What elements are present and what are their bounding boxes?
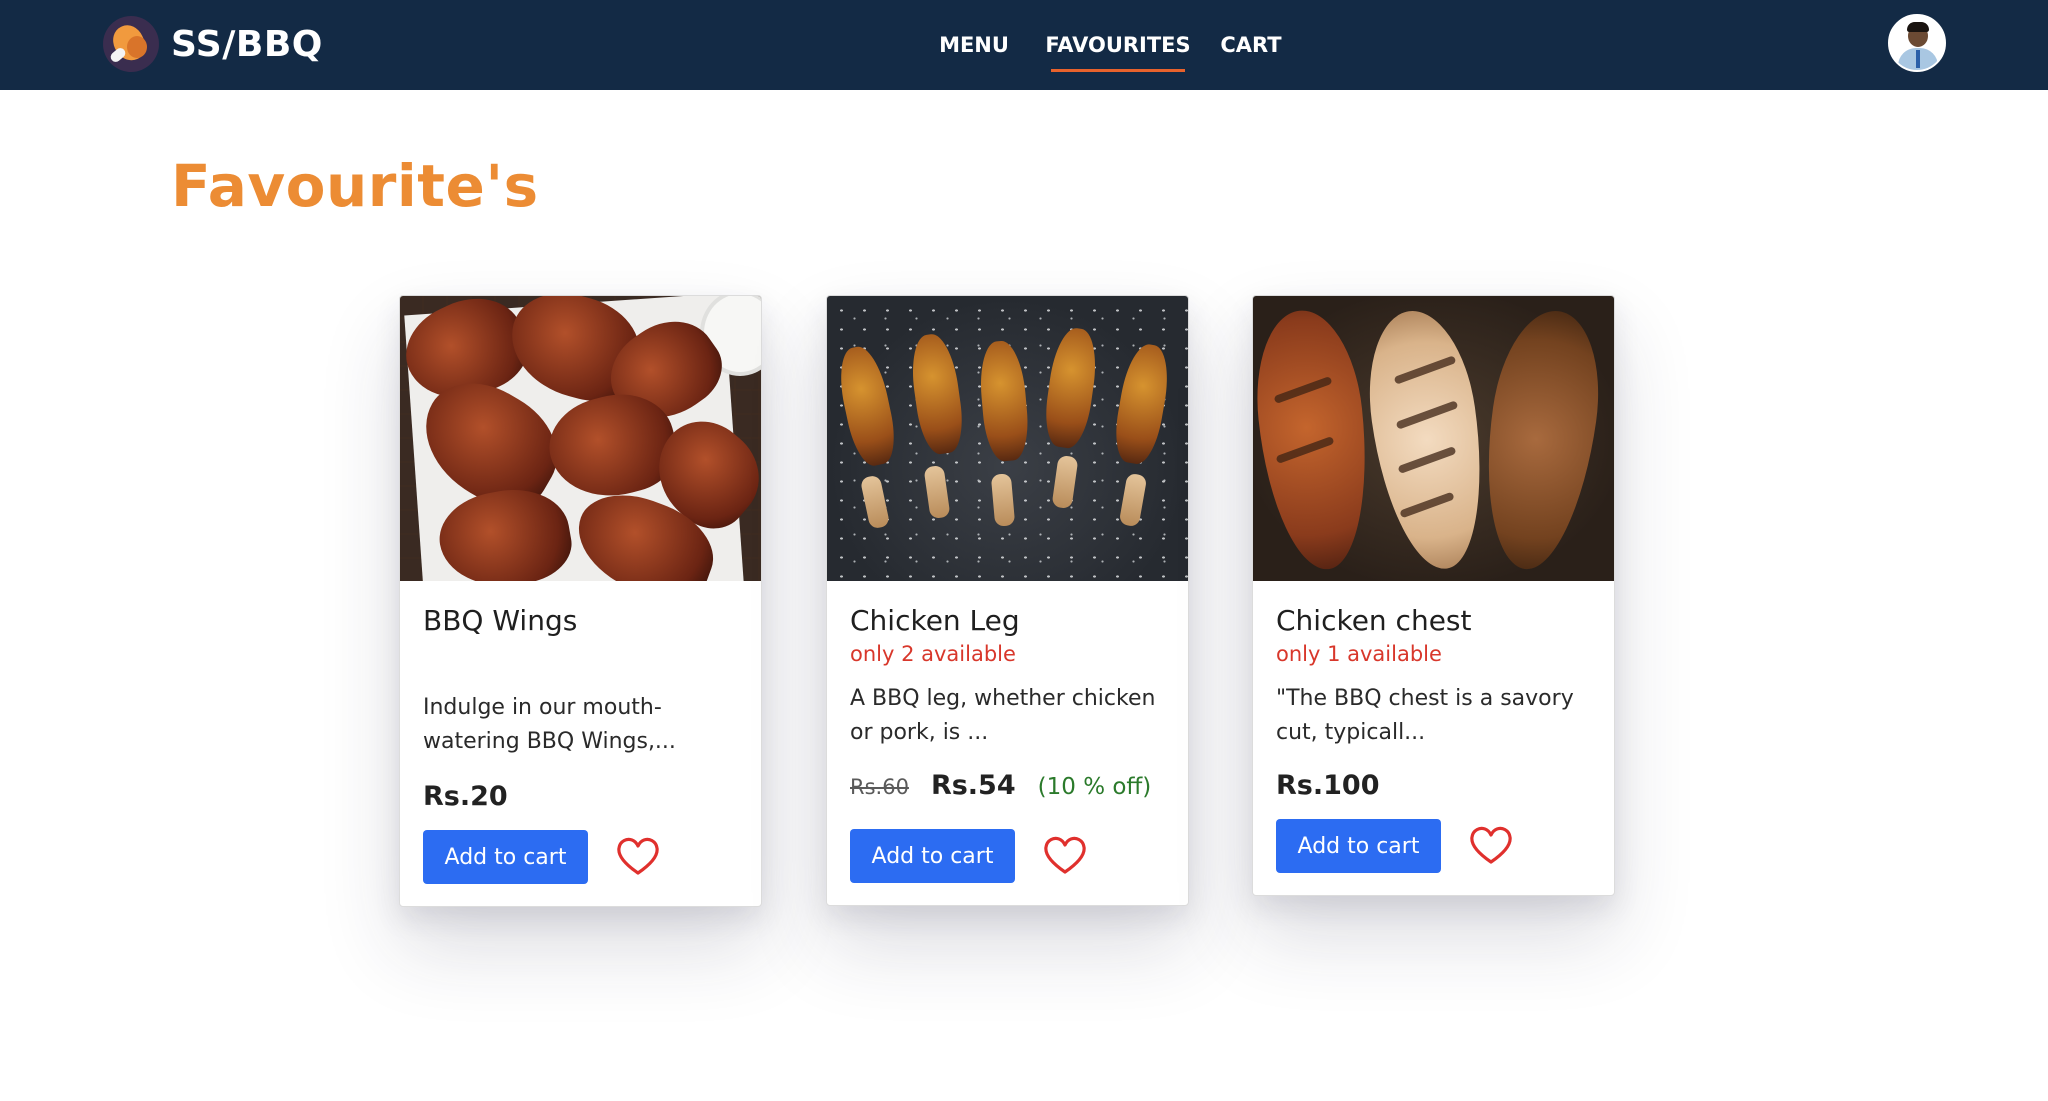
card-title: Chicken Leg — [850, 604, 1020, 637]
card-description: A BBQ leg, whether chicken or pork, is .… — [850, 686, 1156, 745]
add-to-cart-button[interactable]: Add to cart — [423, 830, 588, 884]
chicken-leg-photo — [827, 296, 1188, 581]
original-price: Rs.60 — [850, 775, 909, 799]
price: Rs.100 — [1276, 770, 1380, 801]
price: Rs.20 — [423, 781, 508, 812]
bbq-wings-photo — [400, 296, 761, 581]
price-row: Rs.100 — [1276, 770, 1591, 801]
brand-name: SS/BBQ — [171, 23, 323, 65]
product-card: Chicken Leg only 2 available A BBQ leg, … — [826, 295, 1189, 906]
top-navbar: SS/BBQ MENU FAVOURITES CART — [0, 0, 2048, 90]
card-description: "The BBQ chest is a savory cut, typicall… — [1276, 686, 1574, 745]
heart-icon[interactable] — [1043, 836, 1087, 876]
card-body: BBQ Wings Indulge in our mouth-watering … — [400, 581, 761, 906]
chicken-drumstick-logo-icon — [103, 16, 159, 72]
card-actions: Add to cart — [423, 830, 738, 884]
add-to-cart-button[interactable]: Add to cart — [1276, 819, 1441, 873]
product-card: Chicken chest only 1 available "The BBQ … — [1252, 295, 1615, 896]
card-body: Chicken chest only 1 available "The BBQ … — [1253, 581, 1614, 895]
heart-icon[interactable] — [1469, 826, 1513, 866]
user-avatar[interactable] — [1888, 14, 1946, 72]
heart-icon[interactable] — [616, 837, 660, 877]
discount-label: (10 % off) — [1037, 774, 1152, 800]
card-actions: Add to cart — [850, 829, 1165, 883]
product-card: BBQ Wings Indulge in our mouth-watering … — [399, 295, 762, 907]
nav-link-favourites[interactable]: FAVOURITES — [1038, 0, 1198, 90]
card-actions: Add to cart — [1276, 819, 1591, 873]
chicken-chest-photo — [1253, 296, 1614, 581]
card-description: Indulge in our mouth-watering BBQ Wings,… — [423, 695, 676, 754]
main-nav: MENU FAVOURITES CART — [920, 0, 1296, 90]
page-title: Favourite's — [171, 152, 539, 220]
nav-link-menu[interactable]: MENU — [920, 0, 1028, 90]
availability-text: only 2 available — [850, 642, 1016, 666]
card-title: Chicken chest — [1276, 604, 1472, 637]
availability-text — [423, 640, 738, 668]
price: Rs.54 — [930, 770, 1016, 801]
price-row: Rs.60 Rs.54 (10 % off) — [850, 770, 1165, 801]
add-to-cart-button[interactable]: Add to cart — [850, 829, 1015, 883]
availability-text: only 1 available — [1276, 642, 1442, 666]
card-body: Chicken Leg only 2 available A BBQ leg, … — [827, 581, 1188, 905]
brand[interactable]: SS/BBQ — [103, 14, 323, 74]
price-row: Rs.20 — [423, 781, 738, 812]
card-title: BBQ Wings — [423, 604, 578, 637]
nav-link-cart[interactable]: CART — [1206, 0, 1296, 90]
